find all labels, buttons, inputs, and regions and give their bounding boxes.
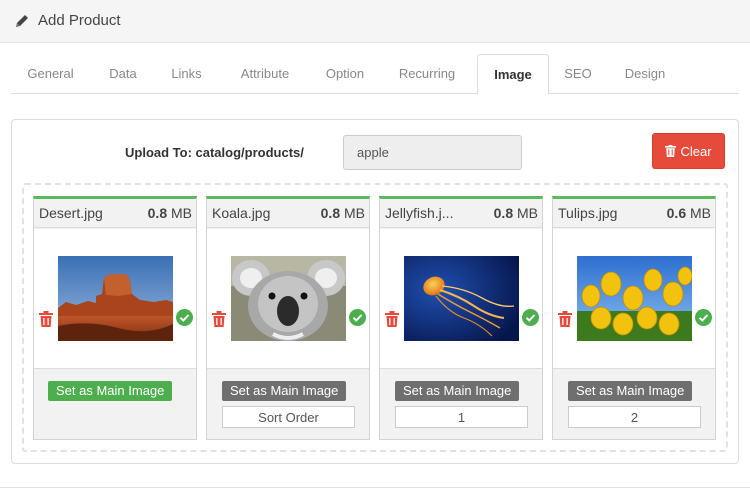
image-card-header: Desert.jpg 0.8 MB	[34, 199, 196, 228]
page-header: Add Product	[0, 0, 750, 43]
tab-option[interactable]: Option	[313, 54, 377, 94]
clear-button-label: Clear	[680, 143, 712, 159]
uploaded-check-icon	[695, 309, 712, 326]
image-filesize: 0.6 MB	[666, 205, 711, 221]
tab-bar: General Data Links Attribute Option Recu…	[11, 54, 739, 95]
image-filesize: 0.8 MB	[493, 205, 538, 221]
image-filename: Jellyfish.j...	[385, 205, 454, 221]
clear-button[interactable]: Clear	[652, 133, 725, 169]
delete-icon[interactable]	[212, 311, 226, 327]
image-thumbnail[interactable]	[231, 256, 346, 341]
tab-recurring[interactable]: Recurring	[377, 54, 477, 94]
image-card-body	[553, 229, 715, 369]
image-card-header: Tulips.jpg 0.6 MB	[553, 199, 715, 228]
image-filename: Koala.jpg	[212, 205, 271, 221]
upload-path-label: Upload To: catalog/products/	[125, 145, 304, 160]
image-card: Jellyfish.j... 0.8 MB Set as Main Image …	[379, 196, 543, 440]
image-thumbnail[interactable]	[577, 256, 692, 341]
tab-seo[interactable]: SEO	[549, 54, 607, 94]
sort-order-input[interactable]	[395, 406, 528, 428]
bottom-divider	[0, 487, 750, 488]
tab-data[interactable]: Data	[90, 54, 156, 94]
tab-image[interactable]: Image	[477, 54, 549, 95]
image-thumbnail[interactable]	[404, 256, 519, 341]
set-main-image-button[interactable]: Set as Main Image	[222, 381, 347, 401]
uploaded-check-icon	[176, 309, 193, 326]
pencil-icon	[16, 15, 28, 27]
image-filename: Tulips.jpg	[558, 205, 618, 221]
image-card: Desert.jpg 0.8 MB Set as Main Image	[33, 196, 197, 440]
image-card-body	[380, 229, 542, 369]
delete-icon[interactable]	[558, 311, 572, 327]
delete-icon[interactable]	[39, 311, 53, 327]
uploaded-check-icon	[522, 309, 539, 326]
uploaded-check-icon	[349, 309, 366, 326]
image-card-header: Koala.jpg 0.8 MB	[207, 199, 369, 228]
image-card: Tulips.jpg 0.6 MB Set as Main Image 2	[552, 196, 716, 440]
delete-icon[interactable]	[385, 311, 399, 327]
image-card-body	[207, 229, 369, 369]
page-title: Add Product	[38, 12, 121, 29]
tab-links[interactable]: Links	[156, 54, 217, 94]
image-filesize: 0.8 MB	[320, 205, 365, 221]
trash-icon	[665, 145, 677, 157]
set-main-image-button[interactable]: Set as Main Image	[48, 381, 173, 401]
set-main-image-button[interactable]: Set as Main Image	[568, 381, 693, 401]
tab-design[interactable]: Design	[607, 54, 683, 94]
image-thumbnail[interactable]	[58, 256, 173, 341]
sort-order-input[interactable]	[568, 406, 701, 428]
sort-order-input[interactable]	[222, 406, 355, 428]
image-filesize: 0.8 MB	[147, 205, 192, 221]
image-filename: Desert.jpg	[39, 205, 103, 221]
image-card: Koala.jpg 0.8 MB Set as Main Image Sort …	[206, 196, 370, 440]
tab-general[interactable]: General	[11, 54, 90, 94]
tab-attribute[interactable]: Attribute	[217, 54, 313, 94]
folder-input[interactable]	[343, 135, 522, 170]
set-main-image-button[interactable]: Set as Main Image	[395, 381, 520, 401]
image-card-body	[34, 229, 196, 369]
image-card-header: Jellyfish.j... 0.8 MB	[380, 199, 542, 228]
